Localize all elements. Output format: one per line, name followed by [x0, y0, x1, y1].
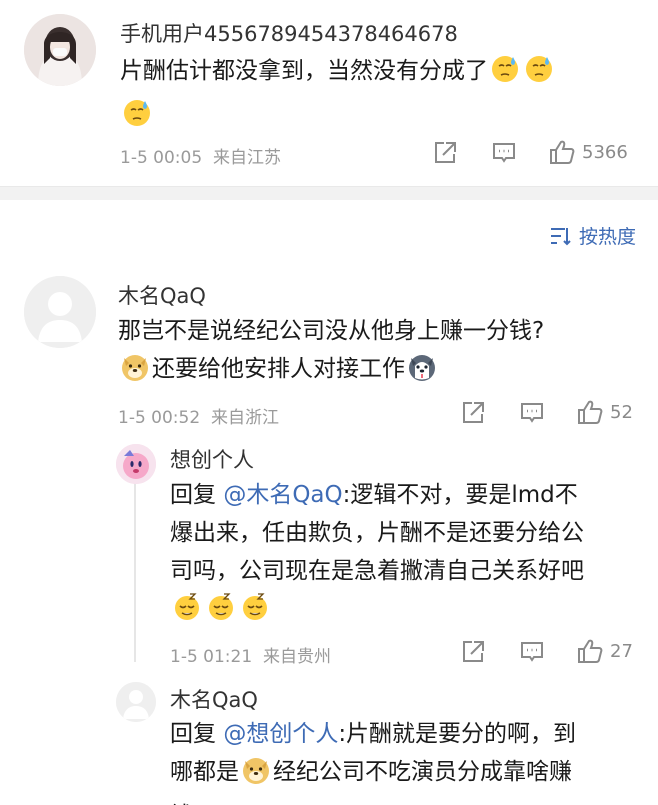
share-icon — [435, 142, 456, 163]
reply-text: 回复 @想创个人:片酬就是要分的啊，到 哪都是经纪公司不吃演员分成靠啥赚 钱 — [170, 715, 650, 805]
comment-text: 那岂不是说经纪公司没从他身上赚一分钱? 还要给他安排人对接工作 — [118, 312, 638, 394]
like-button[interactable]: 27 — [576, 637, 633, 665]
comment-text-line: 片酬估计都没拿到，当然没有分成了 — [120, 58, 488, 84]
doge-icon — [241, 755, 271, 797]
sleepy-face-icon — [206, 592, 236, 634]
avatar[interactable] — [116, 682, 156, 722]
location: 来自贵州 — [262, 647, 331, 667]
share-button[interactable] — [460, 400, 486, 426]
doge-icon — [120, 352, 150, 394]
timestamp: 1-5 00:52 — [118, 408, 201, 428]
reply-text: 回复 @木名QaQ:逻辑不对，要是lmd不 爆出来，任由欺负，片酬不是还要分给公… — [170, 476, 650, 634]
sort-label: 按热度 — [578, 226, 636, 248]
thumbs-up-icon — [550, 140, 575, 164]
share-button[interactable] — [432, 140, 458, 166]
sweat-face-icon — [122, 98, 152, 140]
timestamp: 1-5 00:05 — [120, 148, 203, 168]
comment-text-line: 那岂不是说经纪公司没从他身上赚一分钱? — [118, 318, 545, 344]
comment-icon — [521, 642, 543, 662]
comment-icon — [493, 143, 515, 163]
avatar[interactable] — [116, 444, 156, 484]
sweat-face-icon — [490, 54, 520, 96]
reply-text-line: 爆出来，任由欺负，片酬不是还要分给公 — [170, 520, 584, 546]
like-count: 52 — [610, 401, 633, 423]
sweat-face-icon — [524, 54, 554, 96]
user-photo-icon — [24, 14, 96, 86]
default-avatar-icon — [116, 682, 156, 722]
reply-prefix: 回复 — [170, 721, 216, 747]
mention-link[interactable]: @木名QaQ — [223, 482, 342, 508]
comment-button[interactable] — [519, 400, 545, 426]
section-divider — [0, 186, 658, 200]
username[interactable]: 木名QaQ — [118, 280, 206, 310]
like-count: 27 — [610, 640, 633, 662]
like-button[interactable]: 5366 — [548, 138, 628, 166]
thumbs-up-icon — [578, 639, 603, 663]
share-icon — [463, 641, 484, 662]
comment-icon — [521, 403, 543, 423]
sort-button[interactable]: 按热度 — [549, 222, 636, 249]
sleepy-face-icon — [240, 592, 270, 634]
avatar[interactable] — [24, 14, 96, 86]
default-avatar-icon — [24, 276, 96, 348]
reply-text-line: 哪都是 — [170, 759, 239, 785]
reply-meta: 1-5 01:21 来自贵州 — [170, 642, 331, 667]
sort-icon — [550, 227, 571, 245]
share-icon — [463, 402, 484, 423]
share-button[interactable] — [460, 639, 486, 665]
comment-button[interactable] — [491, 140, 517, 166]
comment-meta: 1-5 00:52 来自浙江 — [118, 403, 279, 428]
like-button[interactable]: 52 — [576, 398, 633, 426]
mention-link[interactable]: @想创个人 — [223, 721, 338, 747]
username[interactable]: 木名QaQ — [170, 684, 258, 714]
avatar[interactable] — [24, 276, 96, 348]
reply-prefix: 回复 — [170, 482, 216, 508]
timestamp: 1-5 01:21 — [170, 647, 253, 667]
reply-text-line: :片酬就是要分的啊，到 — [338, 721, 577, 747]
location: 来自江苏 — [212, 148, 281, 168]
username[interactable]: 手机用户4556789454378464678 — [120, 18, 458, 48]
thumbs-up-icon — [578, 400, 603, 424]
location: 来自浙江 — [210, 408, 279, 428]
comment-text-line: 还要给他安排人对接工作 — [152, 356, 405, 382]
reply-text-line: 司吗，公司现在是急着撇清自己关系好吧 — [170, 558, 584, 584]
reply-text-line: :逻辑不对，要是lmd不 — [342, 482, 578, 508]
husky-icon — [407, 352, 437, 394]
sleepy-face-icon — [172, 592, 202, 634]
kirby-avatar-icon — [116, 444, 156, 484]
like-count: 5366 — [582, 141, 628, 163]
comment-text: 片酬估计都没拿到，当然没有分成了 — [120, 52, 640, 140]
comment-meta: 1-5 00:05 来自江苏 — [120, 143, 281, 168]
reply-text-line: 经纪公司不吃演员分成靠啥赚 — [273, 759, 572, 785]
username[interactable]: 想创个人 — [170, 444, 254, 474]
comment-button[interactable] — [519, 639, 545, 665]
